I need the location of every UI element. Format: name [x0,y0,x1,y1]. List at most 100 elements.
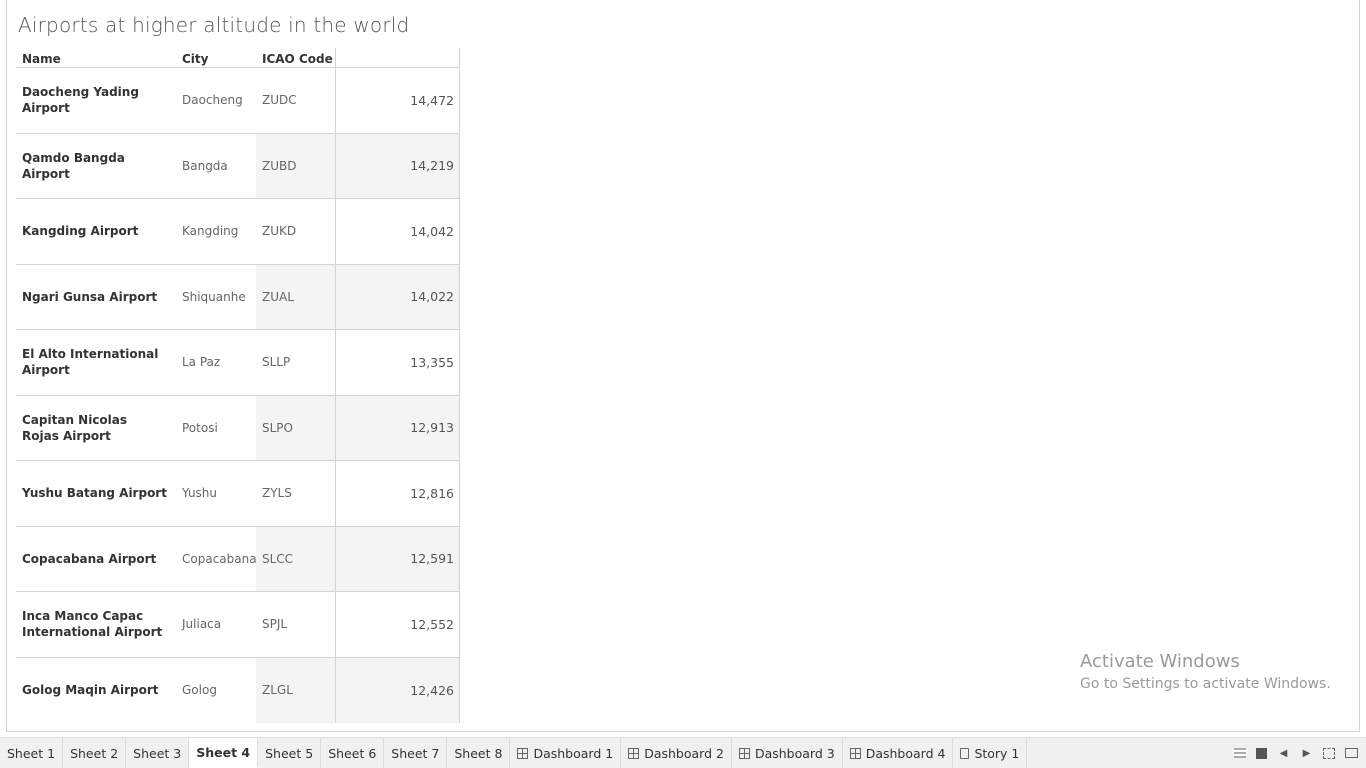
city-cell: Daocheng [182,93,243,108]
altitude-value-cell: 12,552 [410,616,454,632]
fullscreen-icon[interactable] [1323,747,1335,759]
icao-code-cell: SLPO [256,395,336,460]
altitude-value-cell: 14,219 [336,133,459,198]
altitude-value-cell: 12,913 [336,395,459,460]
altitude-value-cell: 14,472 [410,92,454,108]
tab-label: Sheet 5 [265,745,314,761]
table-row[interactable]: Ngari Gunsa Airport Shiquanhe ZUAL 14,022 [16,264,459,330]
table-row[interactable]: Copacabana Airport Copacabana SLCC 12,591 [16,526,459,592]
airport-name-cell: Qamdo Bangda Airport [22,150,125,181]
airport-name-cell: Capitan Nicolas Rojas Airport [22,412,128,443]
sheet-tab-bar: Sheet 1 Sheet 2 Sheet 3 Sheet 4 Sheet 5 Sheet… [0,737,1366,768]
city-cell: Golog [182,683,217,698]
tab-label: Sheet 6 [328,745,377,761]
sheet-tabs: Sheet 1 Sheet 2 Sheet 3 Sheet 4 Sheet 5 Sheet… [0,738,1028,768]
altitude-value-cell: 13,355 [410,354,454,370]
tab-sheet-1[interactable]: Sheet 1 [0,738,64,768]
table-row[interactable]: El Alto International Airport La Paz SLLP 1… [16,330,459,396]
icao-code-cell: ZUKD [256,199,336,264]
airport-name-cell: Yushu Batang Airport [22,486,167,501]
city-cell: Copacabana [182,551,257,566]
watermark-subtitle: Go to Settings to activate Windows. [1080,676,1331,692]
altitude-value-cell: 14,042 [410,223,454,239]
column-header-icao[interactable]: ICAO Code [256,48,336,67]
airport-name-cell: Daocheng Yading Airport [22,85,139,116]
airport-name-cell: Kangding Airport [22,224,139,239]
tab-label: Sheet 3 [133,745,182,761]
tab-sheet-6[interactable]: Sheet 6 [321,738,385,768]
tab-label: Sheet 4 [196,744,251,760]
windows-activation-watermark: Activate Windows Go to Settings to activ… [1080,651,1331,692]
icao-code-cell: ZUAL [256,264,336,329]
tab-label: Story 1 [974,745,1020,761]
icao-code-cell: ZLGL [256,657,336,723]
table-row[interactable]: Capitan Nicolas Rojas Airport Potosi SLPO 1… [16,395,459,461]
tab-label: Sheet 7 [391,745,440,761]
altitude-value-cell: 14,022 [336,264,459,329]
tab-label: Sheet 2 [70,745,119,761]
tab-label: Dashboard 4 [865,745,946,761]
airports-table: Name City ICAO Code Daocheng Yading Airp… [16,48,460,723]
city-cell: Shiquanhe [182,289,246,304]
table-row[interactable]: Kangding Airport Kangding ZUKD 14,042 [16,199,459,265]
altitude-value-cell: 12,426 [336,657,459,723]
dashboard-icon [738,747,750,759]
tab-label: Dashboard 2 [644,745,724,761]
tab-sheet-4[interactable]: Sheet 4 [189,738,259,768]
tab-sheet-2[interactable]: Sheet 2 [63,738,127,768]
column-header-name[interactable]: Name [16,48,176,67]
previous-sheet-icon[interactable]: ◀ [1277,747,1290,760]
table-row[interactable]: Golog Maqin Airport Golog ZLGL 12,426 [16,657,459,723]
dashboard-icon [517,747,529,759]
table-row[interactable]: Daocheng Yading Airport Daocheng ZUDC 14,47… [16,68,459,134]
tab-dashboard-2[interactable]: Dashboard 2 [621,738,732,768]
dashboard-icon [849,747,861,759]
table-row[interactable]: Inca Manco Capac International Airport Ju… [16,592,459,658]
icao-code-cell: ZUDC [256,68,336,133]
airport-name-cell: El Alto International Airport [22,347,159,378]
tab-sheet-5[interactable]: Sheet 5 [258,738,322,768]
altitude-value-cell: 12,591 [336,526,459,591]
icao-code-cell: SPJL [256,592,336,657]
airport-name-cell: Inca Manco Capac International Airport [22,609,163,640]
airport-name-cell: Copacabana Airport [22,551,157,566]
icao-code-cell: ZYLS [256,461,336,526]
city-cell: Kangding [182,224,239,239]
airport-name-cell: Golog Maqin Airport [22,683,159,698]
city-cell: Bangda [182,158,228,173]
tab-label: Dashboard 1 [533,745,614,761]
table-row[interactable]: Qamdo Bangda Airport Bangda ZUBD 14,219 [16,133,459,199]
icao-code-cell: SLLP [256,330,336,395]
table-header: Name City ICAO Code [16,48,459,68]
column-header-city[interactable]: City [176,48,256,67]
city-cell: La Paz [182,355,221,370]
tab-sheet-8[interactable]: Sheet 8 [447,738,511,768]
story-icon [960,747,970,759]
tab-sheet-3[interactable]: Sheet 3 [126,738,190,768]
tab-dashboard-1[interactable]: Dashboard 1 [510,738,622,768]
watermark-title: Activate Windows [1080,651,1240,672]
tab-dashboard-3[interactable]: Dashboard 3 [732,738,843,768]
tab-story-1[interactable]: Story 1 [953,738,1028,768]
altitude-value-cell: 12,816 [410,485,454,501]
dashboard-icon [628,747,640,759]
filmstrip-icon[interactable] [1256,747,1267,759]
city-cell: Yushu [182,486,218,501]
table-row[interactable]: Yushu Batang Airport Yushu ZYLS 12,816 [16,461,459,527]
worksheet-canvas: Airports at higher altitude in the world… [6,0,1360,732]
presentation-mode-icon[interactable] [1345,748,1358,758]
tab-label: Sheet 8 [454,745,503,761]
city-cell: Juliaca [182,617,222,632]
sheet-sorter-icon[interactable] [1234,748,1246,758]
tab-label: Sheet 1 [7,745,56,761]
column-header-value [336,48,459,67]
tab-sheet-7[interactable]: Sheet 7 [384,738,448,768]
icao-code-cell: ZUBD [256,133,336,198]
airport-name-cell: Ngari Gunsa Airport [22,289,158,304]
icao-code-cell: SLCC [256,526,336,591]
next-sheet-icon[interactable]: ▶ [1300,747,1313,760]
tab-dashboard-4[interactable]: Dashboard 4 [843,738,954,768]
city-cell: Potosi [182,420,218,435]
tab-label: Dashboard 3 [754,745,835,761]
table-body: Daocheng Yading Airport Daocheng ZUDC 14,47… [16,68,459,723]
